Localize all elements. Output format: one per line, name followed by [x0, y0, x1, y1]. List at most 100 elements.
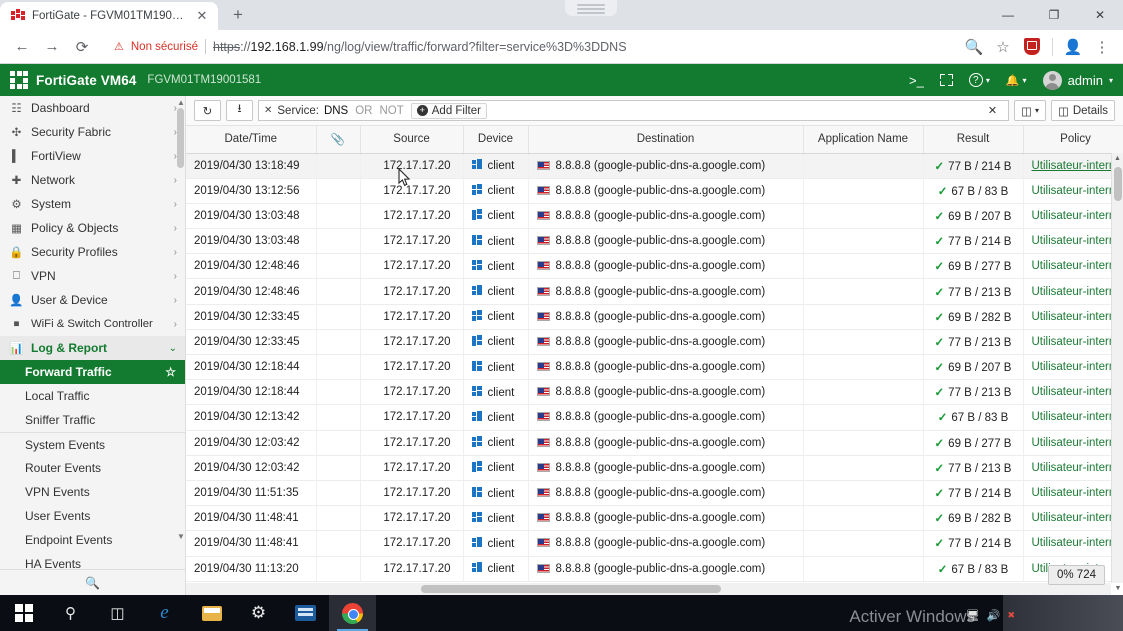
table-row[interactable]: 2019/04/30 13:18:49 172.17.17.20 client 8.8… — [186, 153, 1123, 179]
reload-button[interactable]: ⟳ — [68, 33, 96, 61]
search-button[interactable]: ⚲ — [47, 595, 94, 631]
forward-button[interactable]: → — [38, 33, 66, 61]
table-row[interactable]: 2019/04/30 11:48:41 172.17.17.20 client 8.8… — [186, 530, 1123, 557]
filter-chip-service[interactable]: ✕ Service: DNS — [264, 105, 348, 117]
sidebar-item-user-device[interactable]: 👤 User & Device › — [0, 288, 185, 312]
details-button[interactable]: ◫ Details — [1050, 100, 1115, 121]
add-filter-button[interactable]: + Add Filter — [410, 102, 487, 119]
chrome-button[interactable] — [329, 595, 376, 631]
file-explorer-button[interactable] — [188, 595, 235, 631]
window-drag-handle[interactable] — [565, 0, 617, 16]
tab-close-icon[interactable]: ✕ — [194, 8, 210, 24]
table-row[interactable]: 2019/04/30 13:03:48 172.17.17.20 client 8.8… — [186, 203, 1123, 230]
remote-desktop-button[interactable] — [282, 595, 329, 631]
policy-link[interactable]: Utilisateur-internet (2) — [1032, 462, 1123, 474]
column-header-application-name[interactable]: Application Name — [803, 126, 924, 154]
table-vertical-scrollbar[interactable]: ▲ ▼ — [1111, 153, 1123, 592]
table-row[interactable]: 2019/04/30 11:13:20 172.17.17.20 client 8.8… — [186, 556, 1123, 582]
zoom-icon[interactable]: 🔍 — [961, 34, 987, 60]
column-header-policy[interactable]: Policy — [1023, 126, 1123, 154]
sidebar-item-dashboard[interactable]: ☷ Dashboard › — [0, 96, 185, 120]
back-button[interactable]: ← — [8, 33, 36, 61]
column-header-device[interactable]: Device — [463, 126, 529, 154]
download-button[interactable]: ⭳ — [226, 100, 253, 121]
table-row[interactable]: 2019/04/30 12:18:44 172.17.17.20 client 8.8… — [186, 379, 1123, 406]
user-menu[interactable]: admin ▾ — [1042, 70, 1113, 90]
notifications-menu[interactable]: 🔔 ▾ — [1006, 74, 1027, 87]
remove-filter-icon[interactable]: ✕ — [264, 105, 272, 116]
policy-link[interactable]: Utilisateur-internet (2) — [1032, 437, 1123, 449]
start-button[interactable] — [0, 595, 47, 631]
table-scrollbar-thumb[interactable] — [1114, 167, 1122, 201]
column-header-destination[interactable]: Destination — [528, 126, 804, 154]
table-hscrollbar-thumb[interactable] — [421, 585, 721, 593]
table-row[interactable]: 2019/04/30 12:33:45 172.17.17.20 client 8.8… — [186, 304, 1123, 330]
policy-link[interactable]: Utilisateur-internet (2) — [1032, 160, 1123, 172]
window-close-button[interactable]: ✕ — [1077, 0, 1123, 30]
policy-link[interactable]: Utilisateur-internet (2) — [1032, 336, 1123, 348]
bookmark-star-icon[interactable]: ☆ — [990, 34, 1016, 60]
sidebar-item-user-events[interactable]: User Events — [0, 504, 185, 528]
window-maximize-button[interactable]: ❐ — [1031, 0, 1077, 30]
browser-tab[interactable]: FortiGate - FGVM01TM19001581 ✕ — [0, 2, 218, 30]
table-row[interactable]: 2019/04/30 12:13:42 172.17.17.20 client 8.8… — [186, 404, 1123, 431]
filter-bar[interactable]: ✕ Service: DNS OR NOT + Add Filter ✕ — [258, 100, 1010, 121]
policy-link[interactable]: Utilisateur-internet (2) — [1032, 185, 1123, 197]
scroll-up-arrow-icon[interactable]: ▲ — [177, 98, 185, 107]
address-bar[interactable]: ⚠ Non sécurisé https://192.168.1.99/ng/l… — [104, 33, 953, 60]
policy-link[interactable]: Utilisateur-internet (2) — [1032, 512, 1123, 524]
table-row[interactable]: 2019/04/30 12:33:45 172.17.17.20 client 8.8… — [186, 329, 1123, 356]
table-row[interactable]: 2019/04/30 12:03:42 172.17.17.20 client 8.8… — [186, 455, 1123, 481]
table-row[interactable]: 2019/04/30 12:03:42 172.17.17.20 client 8.8… — [186, 430, 1123, 456]
sidebar-item-system-events[interactable]: System Events — [0, 432, 185, 456]
favorite-star-icon[interactable]: ☆ — [165, 365, 176, 379]
sidebar-item-security-profiles[interactable]: 🔒 Security Profiles › — [0, 240, 185, 264]
sidebar-item-network[interactable]: ✚ Network › — [0, 168, 185, 192]
cli-console-icon[interactable]: >_ — [909, 73, 924, 88]
new-tab-button[interactable]: + — [224, 1, 252, 29]
sidebar-item-fortiview[interactable]: ▍ FortiView › — [0, 144, 185, 168]
sidebar-item-local-traffic[interactable]: Local Traffic — [0, 384, 185, 408]
table-row[interactable]: 2019/04/30 12:48:46 172.17.17.20 client 8.8… — [186, 253, 1123, 280]
sidebar-item-ha-events[interactable]: HA Events — [0, 552, 185, 569]
scroll-down-arrow-icon[interactable]: ▼ — [1112, 583, 1123, 595]
policy-link[interactable]: Utilisateur-internet (2) — [1032, 411, 1123, 423]
task-view-button[interactable]: ◫ — [94, 595, 141, 631]
table-horizontal-scrollbar[interactable] — [186, 583, 1111, 595]
scroll-up-arrow-icon[interactable]: ▲ — [1112, 153, 1123, 165]
sidebar-scrollbar-thumb[interactable] — [177, 108, 184, 168]
policy-link[interactable]: Utilisateur-internet (2) — [1032, 386, 1123, 398]
policy-link[interactable]: Utilisateur-internet (2) — [1032, 537, 1123, 549]
browser-menu-icon[interactable]: ⋮ — [1089, 34, 1115, 60]
policy-link[interactable]: Utilisateur-internet (2) — [1032, 260, 1123, 272]
scroll-down-arrow-icon[interactable]: ▼ — [177, 532, 185, 541]
profile-icon[interactable]: 👤 — [1060, 34, 1086, 60]
table-row[interactable]: 2019/04/30 11:48:41 172.17.17.20 client 8.8… — [186, 505, 1123, 532]
policy-link[interactable]: Utilisateur-internet (2) — [1032, 286, 1123, 298]
help-menu[interactable]: ? ▾ — [968, 73, 990, 87]
sidebar-item-log-report[interactable]: 📊 Log & Report ⌄ — [0, 336, 185, 360]
sidebar-item-endpoint-events[interactable]: Endpoint Events — [0, 528, 185, 552]
sidebar-scrollbar[interactable]: ▲ ▼ — [177, 98, 185, 541]
column-settings-button[interactable]: ◫ ▾ — [1014, 100, 1046, 121]
sidebar-item-wifi-switch-controller[interactable]: ⏹ WiFi & Switch Controller › — [0, 312, 185, 336]
internet-explorer-button[interactable]: e — [141, 595, 188, 631]
network-tray-icon[interactable]: 🖥 — [966, 609, 980, 622]
window-minimize-button[interactable]: — — [985, 0, 1031, 30]
filter-operator-not[interactable]: NOT — [379, 105, 403, 117]
column-header-result[interactable]: Result — [923, 126, 1024, 154]
sidebar-item-forward-traffic[interactable]: Forward Traffic ☆ — [0, 360, 185, 384]
shield-extension-icon[interactable] — [1019, 34, 1045, 60]
sidebar-item-system[interactable]: ⚙ System › — [0, 192, 185, 216]
column-header-datetime[interactable]: Date/Time — [186, 126, 317, 154]
sidebar-item-vpn[interactable]: ⎕ VPN › — [0, 264, 185, 288]
policy-link[interactable]: Utilisateur-internet (2) — [1032, 487, 1123, 499]
volume-tray-icon[interactable]: 🔊 — [987, 609, 1001, 622]
filter-operator-or[interactable]: OR — [355, 105, 372, 117]
sidebar-item-policy-objects[interactable]: ▦ Policy & Objects › — [0, 216, 185, 240]
table-row[interactable]: 2019/04/30 13:12:56 172.17.17.20 client 8.8… — [186, 178, 1123, 204]
policy-link[interactable]: Utilisateur-internet (2) — [1032, 235, 1123, 247]
table-row[interactable]: 2019/04/30 13:03:48 172.17.17.20 client 8.8… — [186, 228, 1123, 255]
refresh-button[interactable]: ↻ — [194, 100, 221, 121]
table-row[interactable]: 2019/04/30 12:48:46 172.17.17.20 client 8.8… — [186, 278, 1123, 305]
